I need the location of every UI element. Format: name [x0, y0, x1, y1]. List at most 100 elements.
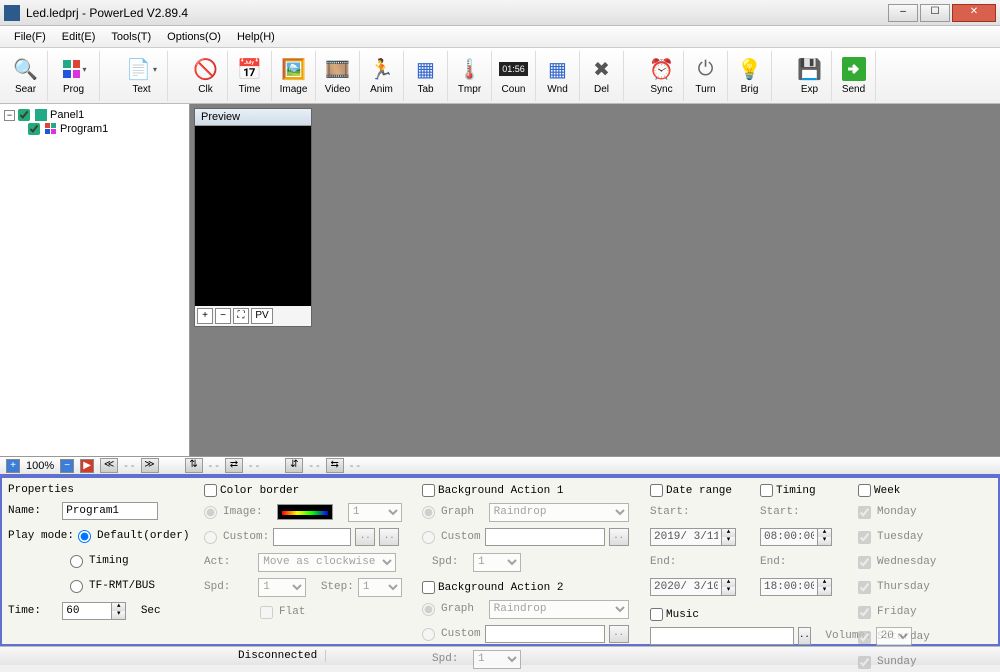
daterange-check[interactable] [650, 484, 663, 497]
nav-lr[interactable]: ⇄ [225, 458, 243, 473]
tree-check[interactable] [28, 123, 40, 135]
tool-text[interactable]: 📄▾Text [116, 51, 168, 101]
nav-first[interactable]: ≪ [100, 458, 118, 473]
spin-down[interactable]: ▾ [111, 611, 125, 619]
canvas-area[interactable]: Preview + − ⛶ PV [190, 104, 1000, 456]
calendar-icon: 📅 [237, 56, 263, 82]
music-check[interactable] [650, 608, 663, 621]
maximize-button[interactable]: ☐ [920, 4, 950, 22]
tree-item-panel1[interactable]: − Panel1 [4, 108, 185, 122]
delete-icon: ✖ [589, 56, 615, 82]
preview-fit[interactable]: ⛶ [233, 308, 249, 324]
toolbar: 🔍Sear ▾Prog 📄▾Text 🚫Clk 📅Time 🖼️Image 🎞️… [0, 48, 1000, 104]
menu-file[interactable]: File(F) [6, 29, 54, 45]
tool-exp[interactable]: 💾Exp [788, 51, 832, 101]
cb-custom-radio [204, 531, 217, 544]
workspace: − Panel1 Program1 Preview + − ⛶ PV [0, 104, 1000, 456]
nav-up[interactable]: ⇅ [185, 458, 203, 473]
timing-check[interactable] [760, 484, 773, 497]
tree-check[interactable] [18, 109, 30, 121]
cb-act-select: Move as clockwise [258, 553, 396, 572]
time-unit: Sec [141, 605, 161, 617]
panel-icon [35, 109, 47, 121]
cb-browse-button: .. [355, 528, 375, 546]
tool-time[interactable]: 📅Time [228, 51, 272, 101]
tool-send[interactable]: Send [832, 51, 876, 101]
nav-lr2[interactable]: ⇆ [326, 458, 344, 473]
preview-zoom-in[interactable]: + [197, 308, 213, 324]
preview-body[interactable] [195, 126, 311, 306]
time-input[interactable] [63, 603, 111, 619]
prog-icon: ▾ [61, 56, 87, 82]
cb-image-select: 1 [348, 503, 402, 522]
properties-panel: Properties Name: Play mode:Default(order… [0, 476, 1000, 646]
timing-start-input [761, 529, 817, 545]
cb-clear-button: .. [379, 528, 399, 546]
window-title: Led.ledprj - PowerLed V2.89.4 [26, 6, 888, 20]
tool-image[interactable]: 🖼️Image [272, 51, 316, 101]
pm-tf-label: TF-RMT/BUS [89, 580, 155, 592]
name-label: Name: [8, 505, 41, 517]
preview-pv[interactable]: PV [251, 308, 273, 324]
bg2-custom-input [485, 625, 605, 643]
menu-tools[interactable]: Tools(T) [103, 29, 159, 45]
preview-zoom-out[interactable]: − [215, 308, 231, 324]
menu-options[interactable]: Options(O) [159, 29, 229, 45]
cb-image-radio [204, 506, 217, 519]
anim-icon: 🏃 [369, 56, 395, 82]
tool-del[interactable]: ✖Del [580, 51, 624, 101]
tool-search[interactable]: 🔍Sear [4, 51, 48, 101]
bg2-graph-select: Raindrop [489, 600, 629, 619]
tool-video[interactable]: 🎞️Video [316, 51, 360, 101]
bg2-browse: .. [609, 625, 629, 643]
tree-label: Panel1 [50, 109, 84, 121]
tool-anim[interactable]: 🏃Anim [360, 51, 404, 101]
zoom-in-button[interactable]: + [6, 459, 20, 473]
properties-title: Properties [8, 484, 196, 496]
thermometer-icon: 🌡️ [457, 56, 483, 82]
play-button[interactable]: ▶ [80, 459, 94, 473]
cb-flat-check [260, 606, 273, 619]
minimize-button[interactable]: – [888, 4, 918, 22]
playmode-tf-radio[interactable] [70, 580, 83, 593]
bg1-check[interactable] [422, 484, 435, 497]
bg1-custom-input [485, 528, 605, 546]
alarm-icon: ⏰ [649, 56, 675, 82]
close-button[interactable]: ✕ [952, 4, 996, 22]
nav-last[interactable]: ≫ [141, 458, 159, 473]
tree-label: Program1 [60, 123, 108, 135]
usb-icon: 💾 [797, 56, 823, 82]
bg2-check[interactable] [422, 581, 435, 594]
date-start-input [651, 529, 721, 545]
status-connection: Disconnected [230, 650, 326, 662]
menu-edit[interactable]: Edit(E) [54, 29, 104, 45]
playmode-default-radio[interactable] [78, 530, 91, 543]
tool-tmpr[interactable]: 🌡️Tmpr [448, 51, 492, 101]
tool-tab[interactable]: ▦Tab [404, 51, 448, 101]
menu-help[interactable]: Help(H) [229, 29, 283, 45]
bg2-custom-radio [422, 628, 435, 641]
tool-brig[interactable]: 💡Brig [728, 51, 772, 101]
tool-clk[interactable]: 🚫Clk [184, 51, 228, 101]
tool-turn[interactable]: ⏻Turn [684, 51, 728, 101]
zoom-out-button[interactable]: − [60, 459, 74, 473]
bg2-spd-select: 1 [473, 650, 521, 669]
colorborder-title: Color border [220, 485, 299, 497]
nav-ud2[interactable]: ⇵ [285, 458, 303, 473]
tool-coun[interactable]: 01:56Coun [492, 51, 536, 101]
tool-wnd[interactable]: ▦Wnd [536, 51, 580, 101]
counter-icon: 01:56 [501, 56, 527, 82]
name-input[interactable] [62, 502, 158, 520]
tool-sync[interactable]: ⏰Sync [640, 51, 684, 101]
tool-prog[interactable]: ▾Prog [48, 51, 100, 101]
clock-icon: 🚫 [193, 56, 219, 82]
titlebar: Led.ledprj - PowerLed V2.89.4 – ☐ ✕ [0, 0, 1000, 26]
tree-expand-icon[interactable]: − [4, 110, 15, 121]
pm-timing-label: Timing [89, 555, 129, 567]
colorborder-check[interactable] [204, 484, 217, 497]
cb-spd-select: 1 [258, 578, 306, 597]
bg1-graph-radio [422, 506, 435, 519]
week-check[interactable] [858, 484, 871, 497]
playmode-timing-radio[interactable] [70, 555, 83, 568]
tree-item-program1[interactable]: Program1 [28, 122, 185, 136]
